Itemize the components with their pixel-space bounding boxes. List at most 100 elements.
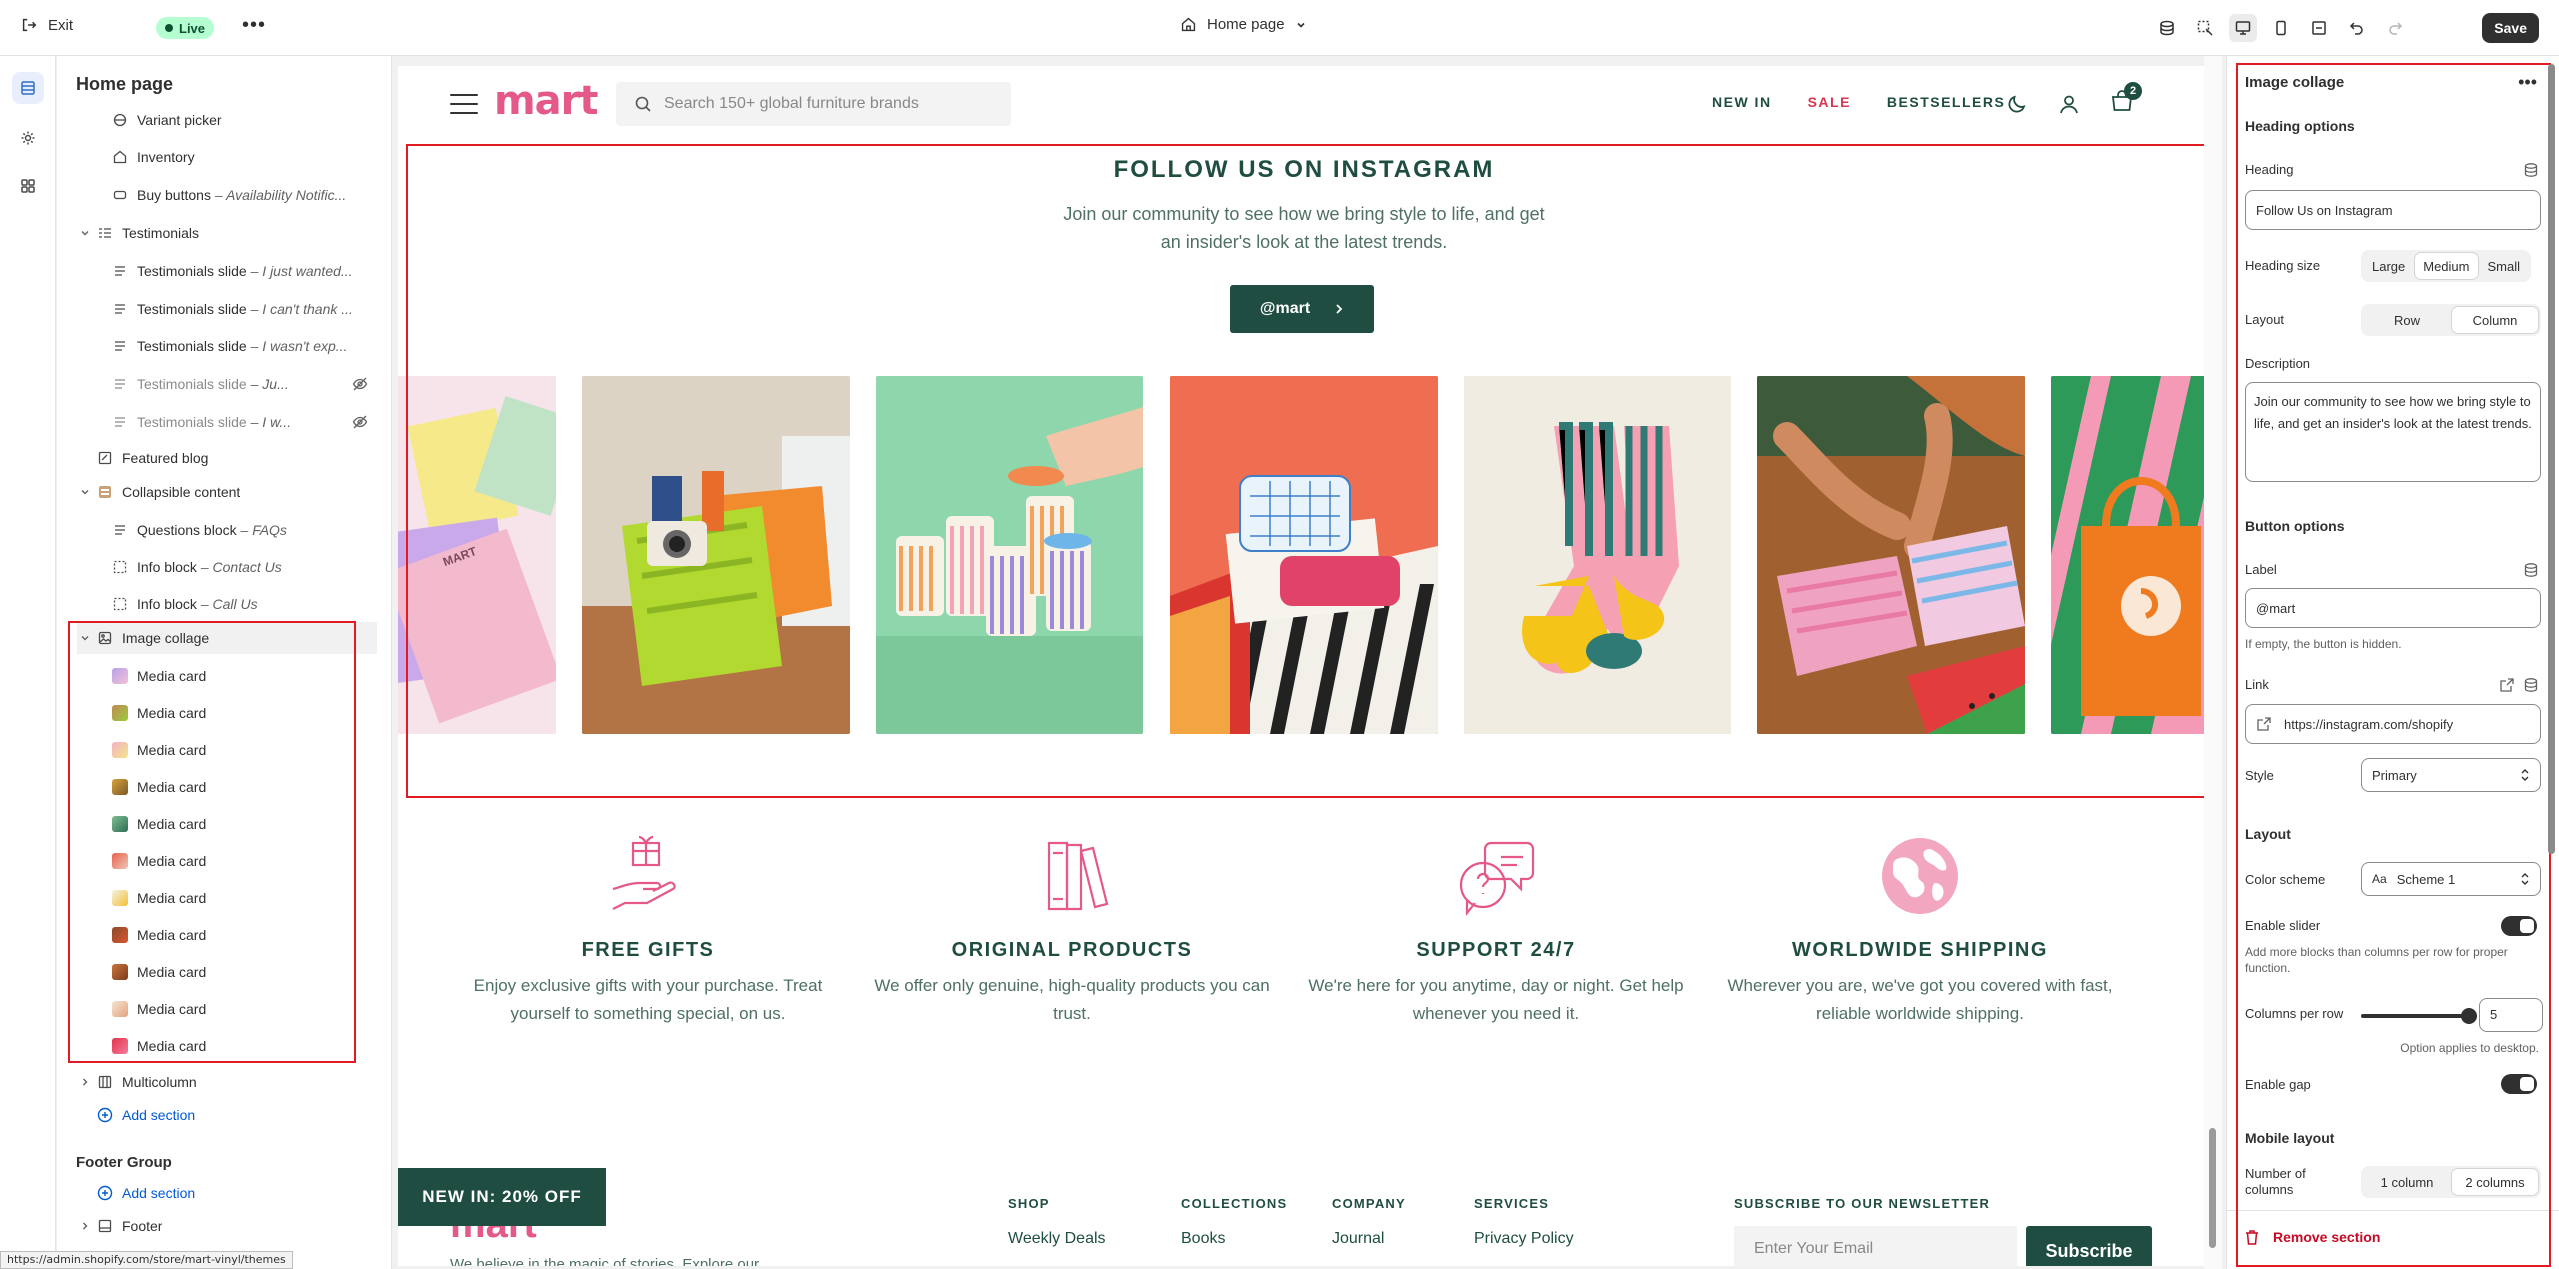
instagram-button[interactable]: @mart (1230, 285, 1374, 333)
eye-hidden-icon[interactable] (352, 376, 368, 395)
collage-image-notebooks[interactable] (1757, 376, 2025, 734)
mobile-view-icon[interactable] (2267, 14, 2295, 42)
collage-image-notes[interactable]: MART (398, 376, 556, 734)
enable-gap-toggle[interactable] (2501, 1074, 2537, 1094)
footer-link[interactable]: Books (1181, 1230, 1225, 1248)
mobile-columns-2[interactable]: 2 columns (2452, 1169, 2538, 1195)
fullscreen-icon[interactable] (2305, 14, 2333, 42)
subscribe-button[interactable]: Subscribe (2026, 1226, 2152, 1266)
sidebar-item-testimonial-slide-hidden[interactable]: Testimonials slide – I w... (112, 406, 374, 438)
sidebar-item-media-card[interactable]: Media card (112, 1030, 391, 1062)
color-scheme-select[interactable]: Aa Scheme 1 (2361, 862, 2541, 896)
sidebar-item-variant-picker[interactable]: Variant picker (112, 104, 391, 136)
nav-new-in[interactable]: NEW IN (1712, 94, 1772, 110)
store-search-input[interactable]: Search 150+ global furniture brands (616, 82, 1011, 126)
database-icon[interactable] (2153, 14, 2181, 42)
dynamic-source-icon[interactable] (2523, 162, 2539, 178)
sidebar-item-featured-blog[interactable]: Featured blog (97, 442, 391, 474)
sidebar-item-media-card[interactable]: Media card (112, 993, 391, 1025)
collage-image-basket[interactable] (582, 376, 850, 734)
sidebar-item-media-card[interactable]: Media card (112, 734, 391, 766)
sidebar-item-inventory[interactable]: Inventory (112, 141, 391, 173)
style-select[interactable]: Primary (2361, 758, 2541, 792)
menu-icon[interactable] (450, 94, 478, 114)
external-link-icon[interactable] (2499, 677, 2515, 693)
columns-slider-track[interactable] (2361, 1014, 2471, 1018)
add-section-button[interactable]: Add section (97, 1099, 391, 1131)
dynamic-source-icon[interactable] (2523, 562, 2539, 578)
sidebar-item-collapsible-content[interactable]: Collapsible content (77, 476, 377, 508)
sidebar-item-multicolumn[interactable]: Multicolumn (77, 1066, 377, 1098)
promo-banner[interactable]: NEW IN: 20% OFF (398, 1168, 606, 1226)
chevron-down-icon[interactable] (77, 225, 93, 241)
sidebar-item-media-card[interactable]: Media card (112, 697, 391, 729)
remove-section-button[interactable]: Remove section (2245, 1229, 2380, 1245)
sidebar-item-info-block[interactable]: Info block – Call Us (112, 588, 391, 620)
preview-scrollbar[interactable] (2204, 56, 2222, 1269)
footer-link[interactable]: Weekly Deals (1008, 1230, 1106, 1248)
sidebar-item-testimonial-slide-hidden[interactable]: Testimonials slide – Ju... (112, 368, 374, 400)
scrollbar-thumb[interactable] (2548, 64, 2555, 854)
sidebar-item-media-card[interactable]: Media card (112, 845, 391, 877)
layout-row[interactable]: Row (2364, 307, 2450, 333)
settings-gear-icon[interactable] (12, 122, 44, 154)
sidebar-item-media-card[interactable]: Media card (112, 660, 391, 692)
heading-size-selector[interactable]: Large Medium Small (2361, 250, 2532, 282)
description-textarea[interactable]: Join our community to see how we bring s… (2245, 382, 2541, 482)
nav-bestsellers[interactable]: BESTSELLERS (1887, 94, 2005, 110)
sections-icon[interactable] (12, 72, 44, 104)
store-logo[interactable]: mart (494, 78, 599, 124)
button-label-input[interactable]: @mart (2245, 588, 2541, 628)
footer-link[interactable]: Journal (1332, 1230, 1384, 1248)
scrollbar-thumb[interactable] (2209, 1128, 2216, 1248)
chevron-down-icon[interactable] (77, 630, 93, 646)
exit-button[interactable]: Exit (20, 16, 73, 34)
desktop-view-icon[interactable] (2229, 14, 2257, 42)
columns-number-input[interactable]: 5 (2479, 998, 2543, 1032)
sidebar-item-testimonials[interactable]: Testimonials (77, 217, 377, 249)
sidebar-item-media-card[interactable]: Media card (112, 882, 391, 914)
chevron-down-icon[interactable] (77, 484, 93, 500)
heading-size-medium[interactable]: Medium (2415, 253, 2478, 279)
page-selector[interactable]: Home page (1180, 16, 1307, 33)
apps-icon[interactable] (12, 170, 44, 202)
collage-image-tote[interactable] (2051, 376, 2210, 734)
cart-button[interactable]: 2 (2110, 82, 2142, 117)
sidebar-item-info-block[interactable]: Info block – Contact Us (112, 551, 391, 583)
sidebar-item-testimonial-slide[interactable]: Testimonials slide – I can't thank ... (112, 293, 391, 325)
sidebar-item-questions-block[interactable]: Questions block – FAQs (112, 514, 391, 546)
sidebar-item-media-card[interactable]: Media card (112, 808, 391, 840)
heading-input[interactable]: Follow Us on Instagram (2245, 190, 2541, 230)
layout-selector[interactable]: Row Column (2361, 304, 2541, 336)
link-input[interactable]: https://instagram.com/shopify (2245, 704, 2541, 744)
sidebar-item-image-collage[interactable]: Image collage (77, 622, 377, 654)
sidebar-item-media-card[interactable]: Media card (112, 919, 391, 951)
inspector-icon[interactable] (2191, 14, 2219, 42)
undo-icon[interactable] (2343, 14, 2371, 42)
more-actions-icon[interactable]: ••• (242, 14, 266, 37)
enable-slider-toggle[interactable] (2501, 916, 2537, 936)
mobile-columns-selector[interactable]: 1 column 2 columns (2361, 1166, 2541, 1198)
footer-add-section-button[interactable]: Add section (97, 1177, 391, 1209)
mobile-columns-1[interactable]: 1 column (2364, 1169, 2450, 1195)
newsletter-email-input[interactable]: Enter Your Email (1734, 1226, 2017, 1266)
settings-scrollbar[interactable] (2548, 64, 2555, 1254)
chevron-right-icon[interactable] (77, 1074, 93, 1090)
columns-slider-knob[interactable] (2461, 1008, 2477, 1024)
collage-image-socks[interactable] (1464, 376, 1731, 734)
account-icon[interactable] (2058, 93, 2080, 115)
sidebar-item-footer[interactable]: Footer (77, 1210, 377, 1242)
sidebar-item-testimonial-slide[interactable]: Testimonials slide – I wasn't exp... (112, 330, 391, 362)
chevron-right-icon[interactable] (77, 1218, 93, 1234)
nav-sale[interactable]: SALE (1808, 94, 1851, 110)
more-options-icon[interactable]: ••• (2518, 72, 2537, 93)
collage-image-pouch[interactable] (1170, 376, 1438, 734)
heading-size-large[interactable]: Large (2364, 253, 2413, 279)
collage-image-cups[interactable] (876, 376, 1143, 734)
dynamic-source-icon[interactable] (2523, 677, 2539, 693)
sidebar-item-testimonial-slide[interactable]: Testimonials slide – I just wanted... (112, 255, 391, 287)
save-button[interactable]: Save (2482, 13, 2539, 43)
eye-hidden-icon[interactable] (352, 414, 368, 433)
footer-link[interactable]: Privacy Policy (1474, 1230, 1574, 1248)
sidebar-item-media-card[interactable]: Media card (112, 771, 391, 803)
